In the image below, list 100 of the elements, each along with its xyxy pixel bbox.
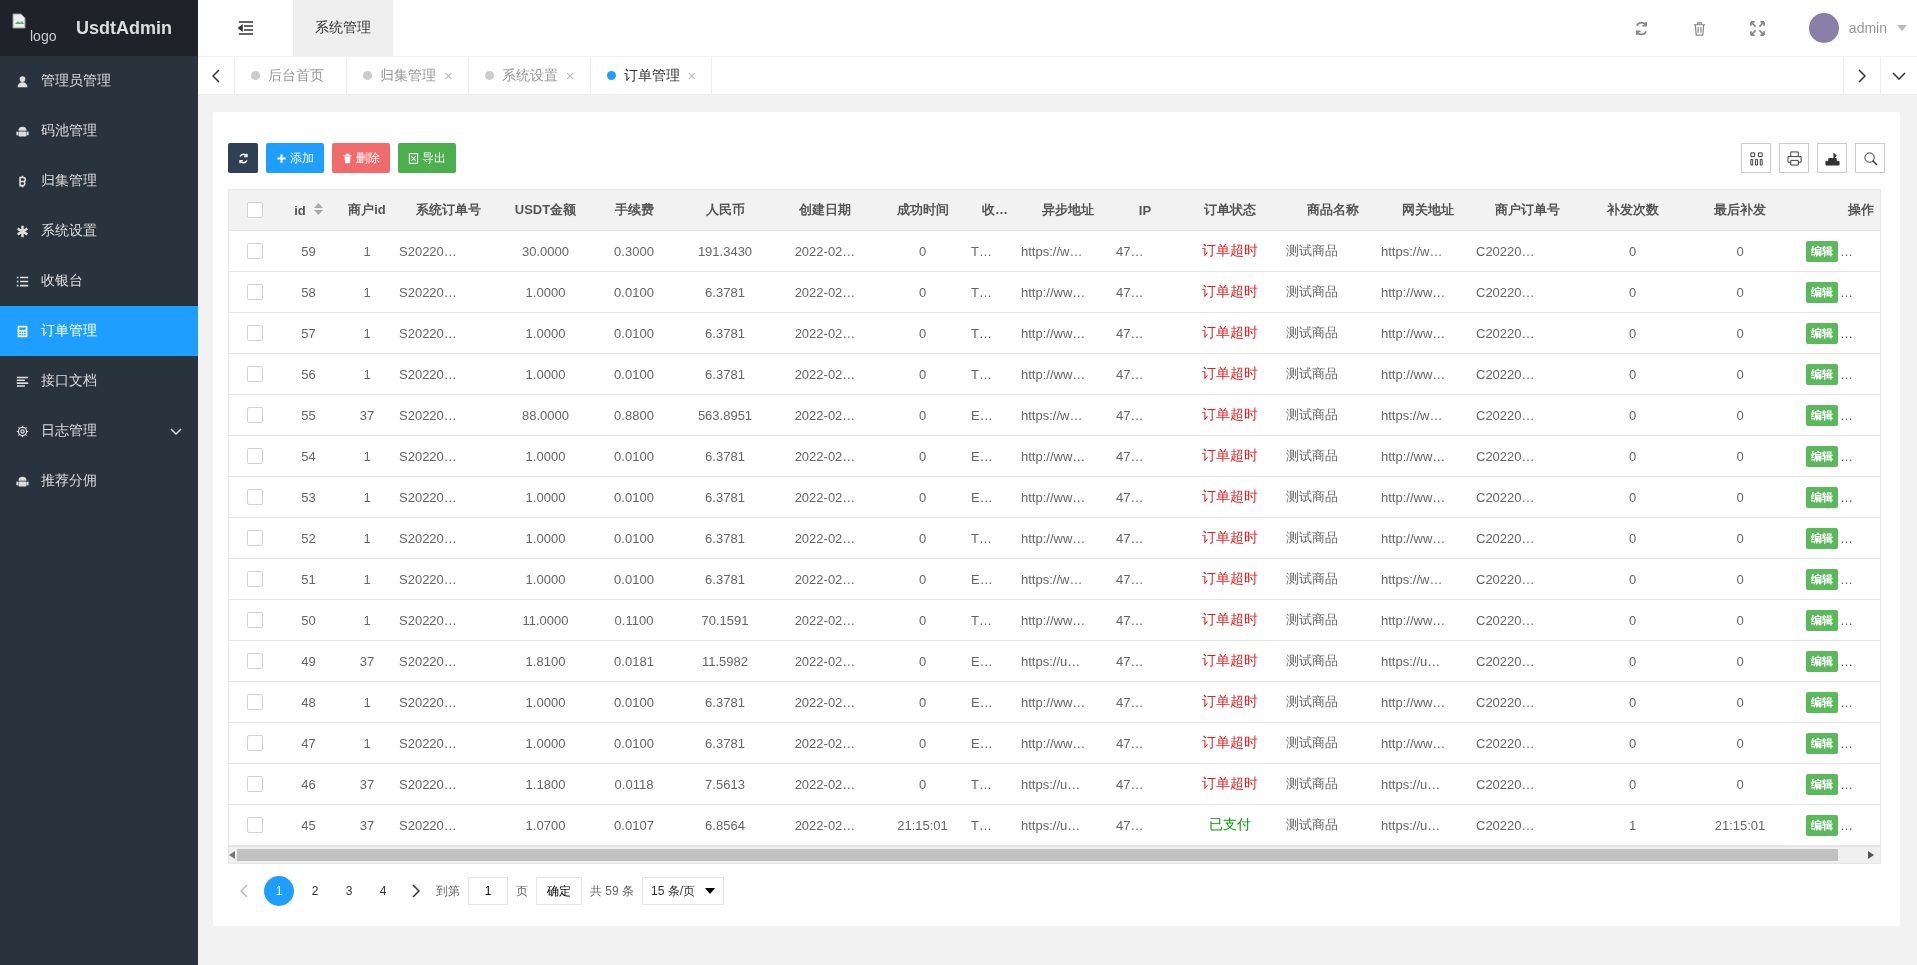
table-cell: http://ww… — [1020, 722, 1115, 764]
edit-button[interactable]: 编辑 — [1806, 691, 1838, 713]
page-tab[interactable]: 后台首页 — [235, 57, 347, 94]
sidebar-item[interactable]: 日志管理 — [0, 406, 198, 456]
spreadsheet-icon — [408, 152, 419, 164]
edit-button[interactable]: 编辑 — [1806, 404, 1838, 426]
table-cell: 1 — [336, 558, 398, 600]
edit-button[interactable]: 编辑 — [1806, 445, 1838, 467]
columns-tool[interactable] — [1741, 143, 1771, 173]
refresh-button[interactable] — [228, 143, 258, 173]
page-number[interactable]: 4 — [370, 878, 396, 904]
print-tool[interactable] — [1779, 143, 1809, 173]
horizontal-scrollbar[interactable] — [228, 847, 1881, 864]
column-header: 手续费 — [593, 190, 675, 231]
user-name[interactable]: admin — [1848, 20, 1887, 36]
page-tab[interactable]: 归集管理 × — [347, 57, 469, 94]
checkbox[interactable] — [247, 612, 263, 628]
table-cell: 测试商品 — [1285, 271, 1380, 313]
checkbox[interactable] — [247, 489, 263, 505]
close-icon[interactable]: × — [687, 67, 697, 84]
page-number[interactable]: 3 — [336, 878, 362, 904]
page-size-select[interactable]: 15 条/页 — [642, 877, 725, 905]
asterisk-icon — [16, 224, 29, 238]
checkbox[interactable] — [247, 284, 263, 300]
caret-down-icon[interactable] — [1897, 25, 1907, 31]
table-cell: S20220… — [398, 640, 498, 682]
truncation-mark: … — [1840, 653, 1853, 669]
edit-button[interactable]: 编辑 — [1806, 363, 1838, 385]
checkbox[interactable] — [247, 325, 263, 341]
edit-button[interactable]: 编辑 — [1806, 773, 1838, 795]
delete-button[interactable]: 删除 — [332, 143, 390, 173]
menu-collapse-icon[interactable] — [237, 21, 254, 35]
edit-button[interactable]: 编辑 — [1806, 240, 1838, 262]
table-cell: 2022-02… — [775, 599, 875, 641]
sidebar-item[interactable]: 管理员管理 — [0, 56, 198, 106]
edit-button[interactable]: 编辑 — [1806, 650, 1838, 672]
checkbox[interactable] — [247, 202, 263, 218]
nav-tab[interactable]: 系统管理 — [293, 0, 393, 56]
checkbox[interactable] — [247, 407, 263, 423]
table-cell: 7.5613 — [675, 763, 775, 805]
checkbox[interactable] — [247, 448, 263, 464]
table-cell: 47… — [1115, 476, 1175, 518]
checkbox[interactable] — [247, 776, 263, 792]
edit-button[interactable]: 编辑 — [1806, 814, 1838, 836]
chevron-right-icon[interactable] — [412, 884, 420, 898]
sidebar-item[interactable]: 归集管理 — [0, 156, 198, 206]
table-cell: 37 — [336, 763, 398, 805]
page-tab[interactable]: 订单管理 × — [590, 57, 713, 94]
page-number[interactable]: 1 — [264, 876, 294, 906]
checkbox[interactable] — [247, 530, 263, 546]
table-cell: 0.0100 — [593, 435, 675, 477]
sidebar-item[interactable]: 系统设置 — [0, 206, 198, 256]
refresh-icon — [237, 152, 249, 164]
sidebar-item[interactable]: 收银台 — [0, 256, 198, 306]
edit-button[interactable]: 编辑 — [1806, 322, 1838, 344]
edit-button[interactable]: 编辑 — [1806, 527, 1838, 549]
edit-button[interactable]: 编辑 — [1806, 281, 1838, 303]
column-header[interactable]: id — [281, 190, 336, 231]
page-input[interactable]: 1 — [468, 877, 508, 905]
checkbox[interactable] — [247, 817, 263, 833]
chevron-right-icon[interactable] — [1858, 68, 1866, 83]
checkbox[interactable] — [247, 694, 263, 710]
table-cell: 56 — [281, 353, 336, 395]
refresh-icon[interactable] — [1634, 20, 1650, 36]
table-cell: 0 — [1685, 435, 1795, 477]
edit-button[interactable]: 编辑 — [1806, 732, 1838, 754]
checkbox[interactable] — [247, 735, 263, 751]
table-cell: 0 — [1580, 353, 1685, 395]
sidebar-item[interactable]: 订单管理 — [0, 306, 198, 356]
table-cell: 0 — [1580, 722, 1685, 764]
confirm-button[interactable]: 确定 — [536, 877, 582, 905]
scroll-left-icon[interactable] — [229, 851, 235, 859]
checkbox[interactable] — [247, 653, 263, 669]
edit-button[interactable]: 编辑 — [1806, 609, 1838, 631]
fullscreen-icon[interactable] — [1750, 20, 1766, 36]
checkbox[interactable] — [247, 366, 263, 382]
chevron-down-icon[interactable] — [1892, 71, 1906, 80]
add-button[interactable]: 添加 — [266, 143, 324, 173]
table-cell: 48 — [281, 681, 336, 723]
table-cell: E… — [970, 681, 1020, 723]
close-icon[interactable]: × — [565, 67, 575, 84]
scroll-right-icon[interactable] — [1868, 851, 1874, 859]
trash-icon[interactable] — [1692, 20, 1708, 36]
checkbox[interactable] — [247, 571, 263, 587]
edit-button[interactable]: 编辑 — [1806, 568, 1838, 590]
page-number[interactable]: 2 — [302, 878, 328, 904]
page-tab[interactable]: 系统设置 × — [468, 57, 591, 94]
sidebar-item[interactable]: 码池管理 — [0, 106, 198, 156]
chevron-left-icon[interactable] — [212, 68, 220, 83]
table-cell: 6.3781 — [675, 722, 775, 764]
sidebar-item[interactable]: 接口文档 — [0, 356, 198, 406]
table-cell: 6.8564 — [675, 804, 775, 846]
checkbox[interactable] — [247, 243, 263, 259]
close-icon[interactable]: × — [444, 67, 453, 84]
search-tool[interactable] — [1855, 143, 1885, 173]
sidebar-item[interactable]: 推荐分佣 — [0, 456, 198, 506]
sort-icon[interactable] — [313, 202, 323, 215]
export-tool[interactable] — [1817, 143, 1847, 173]
export-button[interactable]: 导出 — [398, 143, 456, 173]
edit-button[interactable]: 编辑 — [1806, 486, 1838, 508]
